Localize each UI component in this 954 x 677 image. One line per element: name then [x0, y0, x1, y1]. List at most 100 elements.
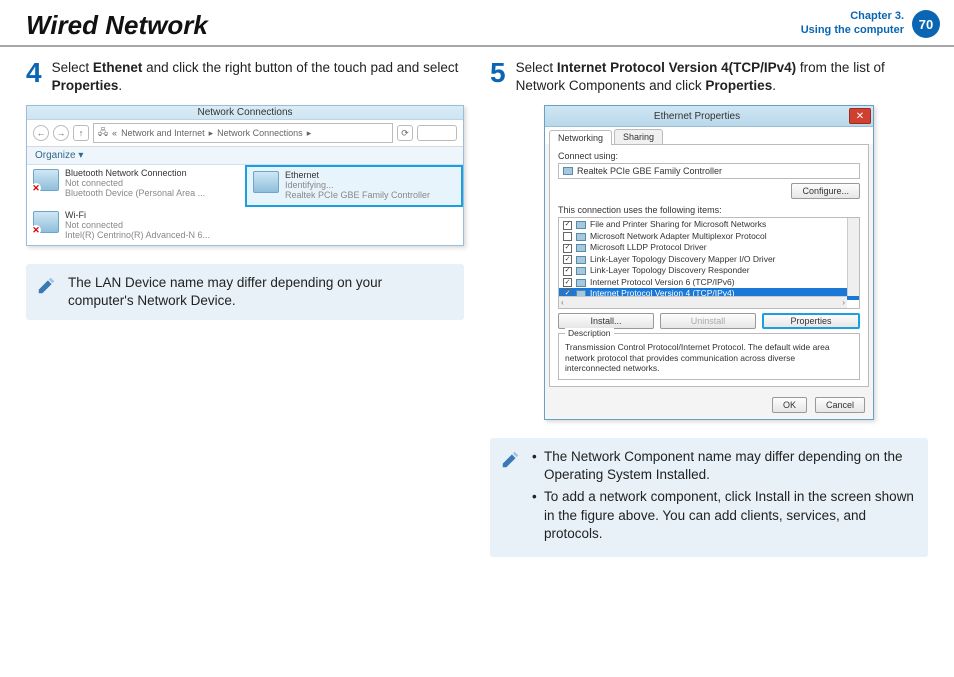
- component-row[interactable]: ✓ File and Printer Sharing for Microsoft …: [559, 219, 859, 230]
- ep-titlebar: Ethernet Properties ✕: [545, 106, 873, 127]
- close-icon[interactable]: ✕: [849, 108, 871, 124]
- checkbox[interactable]: [563, 232, 572, 241]
- component-label: File and Printer Sharing for Microsoft N…: [590, 219, 766, 230]
- page-header: Wired Network Chapter 3. Using the compu…: [0, 0, 954, 47]
- adapter-field: Realtek PCIe GBE Family Controller: [558, 163, 860, 179]
- breadcrumb-sep: ▸: [209, 128, 214, 139]
- nc-nav: ← → ↑ 🖧 « Network and Internet ▸ Network…: [27, 120, 463, 147]
- step-number: 5: [490, 59, 506, 95]
- note-box-right: The Network Component name may differ de…: [490, 438, 928, 557]
- ethernet-properties-dialog: Ethernet Properties ✕ Networking Sharing…: [544, 105, 874, 420]
- note-text: The LAN Device name may differ depending…: [68, 274, 450, 310]
- nc-item-device: Realtek PCIe GBE Family Controller: [285, 191, 430, 201]
- install-button[interactable]: Install...: [558, 313, 654, 329]
- checkbox[interactable]: ✓: [563, 278, 572, 287]
- nc-item-wifi[interactable]: Wi-Fi Not connected Intel(R) Centrino(R)…: [27, 207, 245, 245]
- breadcrumb-part[interactable]: Network and Internet: [121, 128, 205, 138]
- nc-item-ethernet[interactable]: Ethernet Identifying... Realtek PCIe GBE…: [245, 165, 463, 207]
- component-label: Microsoft Network Adapter Multiplexor Pr…: [590, 231, 767, 242]
- tab-networking[interactable]: Networking: [549, 130, 612, 145]
- note-item: To add a network component, click Instal…: [532, 488, 914, 543]
- adapter-icon: [563, 167, 573, 175]
- back-button[interactable]: ←: [33, 125, 49, 141]
- description-legend: Description: [565, 328, 614, 338]
- network-connections-window: Network Connections ← → ↑ 🖧 « Network an…: [26, 105, 464, 245]
- checkbox[interactable]: ✓: [563, 255, 572, 264]
- uninstall-button[interactable]: Uninstall: [660, 313, 756, 329]
- note-content: The Network Component name may differ de…: [532, 448, 914, 547]
- tab-sharing[interactable]: Sharing: [614, 129, 663, 144]
- horizontal-scrollbar[interactable]: ‹›: [559, 296, 847, 308]
- search-button[interactable]: [417, 125, 457, 141]
- component-icon: [576, 221, 586, 229]
- component-icon: [576, 244, 586, 252]
- connect-using-label: Connect using:: [558, 151, 860, 161]
- nc-body: Bluetooth Network Connection Not connect…: [27, 165, 463, 207]
- address-bar[interactable]: 🖧 « Network and Internet ▸ Network Conne…: [93, 123, 393, 143]
- step-number: 4: [26, 59, 42, 95]
- right-column: 5 Select Internet Protocol Version 4(TCP…: [490, 59, 928, 557]
- vertical-scrollbar[interactable]: [847, 218, 859, 296]
- page-number-badge: 70: [912, 10, 940, 38]
- properties-button[interactable]: Properties: [762, 313, 860, 329]
- page-title: Wired Network: [26, 10, 208, 41]
- component-row[interactable]: Microsoft Network Adapter Multiplexor Pr…: [559, 231, 859, 242]
- breadcrumb-part[interactable]: Network Connections: [217, 128, 303, 138]
- items-label: This connection uses the following items…: [558, 205, 860, 215]
- note-item: The Network Component name may differ de…: [532, 448, 914, 484]
- up-button[interactable]: ↑: [73, 125, 89, 141]
- network-adapter-icon: [253, 171, 279, 193]
- pencil-note-icon: [500, 448, 522, 470]
- dialog-title: Ethernet Properties: [545, 111, 849, 122]
- component-icon: [576, 279, 586, 287]
- checkbox[interactable]: ✓: [563, 221, 572, 230]
- component-row[interactable]: ✓ Microsoft LLDP Protocol Driver: [559, 242, 859, 253]
- ep-tabs: Networking Sharing: [545, 127, 873, 144]
- chapter-line-2: Using the computer: [801, 24, 904, 38]
- component-row[interactable]: ✓ Link-Layer Topology Discovery Mapper I/…: [559, 254, 859, 265]
- nc-toolbar: Organize ▾: [27, 147, 463, 165]
- step-text: Select Internet Protocol Version 4(TCP/I…: [516, 59, 928, 95]
- component-label: Link-Layer Topology Discovery Mapper I/O…: [590, 254, 776, 265]
- network-adapter-icon: [33, 169, 59, 191]
- component-icon: [576, 233, 586, 241]
- component-label: Link-Layer Topology Discovery Responder: [590, 265, 750, 276]
- checkbox[interactable]: ✓: [563, 267, 572, 276]
- forward-button[interactable]: →: [53, 125, 69, 141]
- note-box-left: The LAN Device name may differ depending…: [26, 264, 464, 320]
- chapter-line-1: Chapter 3.: [801, 10, 904, 24]
- refresh-button[interactable]: ⟳: [397, 125, 413, 141]
- nc-item-device: Bluetooth Device (Personal Area ...: [65, 189, 205, 199]
- ok-button[interactable]: OK: [772, 397, 807, 413]
- component-icon: [576, 267, 586, 275]
- description-text: Transmission Control Protocol/Internet P…: [565, 342, 853, 373]
- cancel-button[interactable]: Cancel: [815, 397, 865, 413]
- nc-titlebar: Network Connections: [27, 106, 463, 120]
- nc-item-device: Intel(R) Centrino(R) Advanced-N 6...: [65, 231, 210, 241]
- component-icon: [576, 256, 586, 264]
- component-label: Internet Protocol Version 6 (TCP/IPv6): [590, 277, 735, 288]
- checkbox[interactable]: ✓: [563, 244, 572, 253]
- adapter-name: Realtek PCIe GBE Family Controller: [577, 166, 722, 176]
- component-row[interactable]: ✓ Internet Protocol Version 6 (TCP/IPv6): [559, 277, 859, 288]
- ep-panel: Connect using: Realtek PCIe GBE Family C…: [549, 144, 869, 387]
- description-group: Description Transmission Control Protoco…: [558, 333, 860, 380]
- step-4: 4 Select Ethenet and click the right but…: [26, 59, 464, 95]
- network-adapter-icon: [33, 211, 59, 233]
- breadcrumb-sep: «: [112, 128, 117, 138]
- organize-menu[interactable]: Organize ▾: [35, 150, 83, 161]
- chapter-block: Chapter 3. Using the computer: [801, 10, 904, 38]
- pencil-note-icon: [36, 274, 58, 296]
- component-label: Microsoft LLDP Protocol Driver: [590, 242, 707, 253]
- components-list[interactable]: ✓ File and Printer Sharing for Microsoft …: [558, 217, 860, 309]
- step-5: 5 Select Internet Protocol Version 4(TCP…: [490, 59, 928, 95]
- component-row[interactable]: ✓ Link-Layer Topology Discovery Responder: [559, 265, 859, 276]
- left-column: 4 Select Ethenet and click the right but…: [26, 59, 464, 557]
- configure-button[interactable]: Configure...: [791, 183, 860, 199]
- nc-body-row2: Wi-Fi Not connected Intel(R) Centrino(R)…: [27, 207, 463, 245]
- nc-item-bluetooth[interactable]: Bluetooth Network Connection Not connect…: [27, 165, 245, 207]
- breadcrumb-sep: ▸: [307, 128, 312, 139]
- breadcrumb-icon: 🖧: [98, 125, 108, 141]
- header-right: Chapter 3. Using the computer 70: [801, 10, 940, 38]
- step-text: Select Ethenet and click the right butto…: [52, 59, 464, 95]
